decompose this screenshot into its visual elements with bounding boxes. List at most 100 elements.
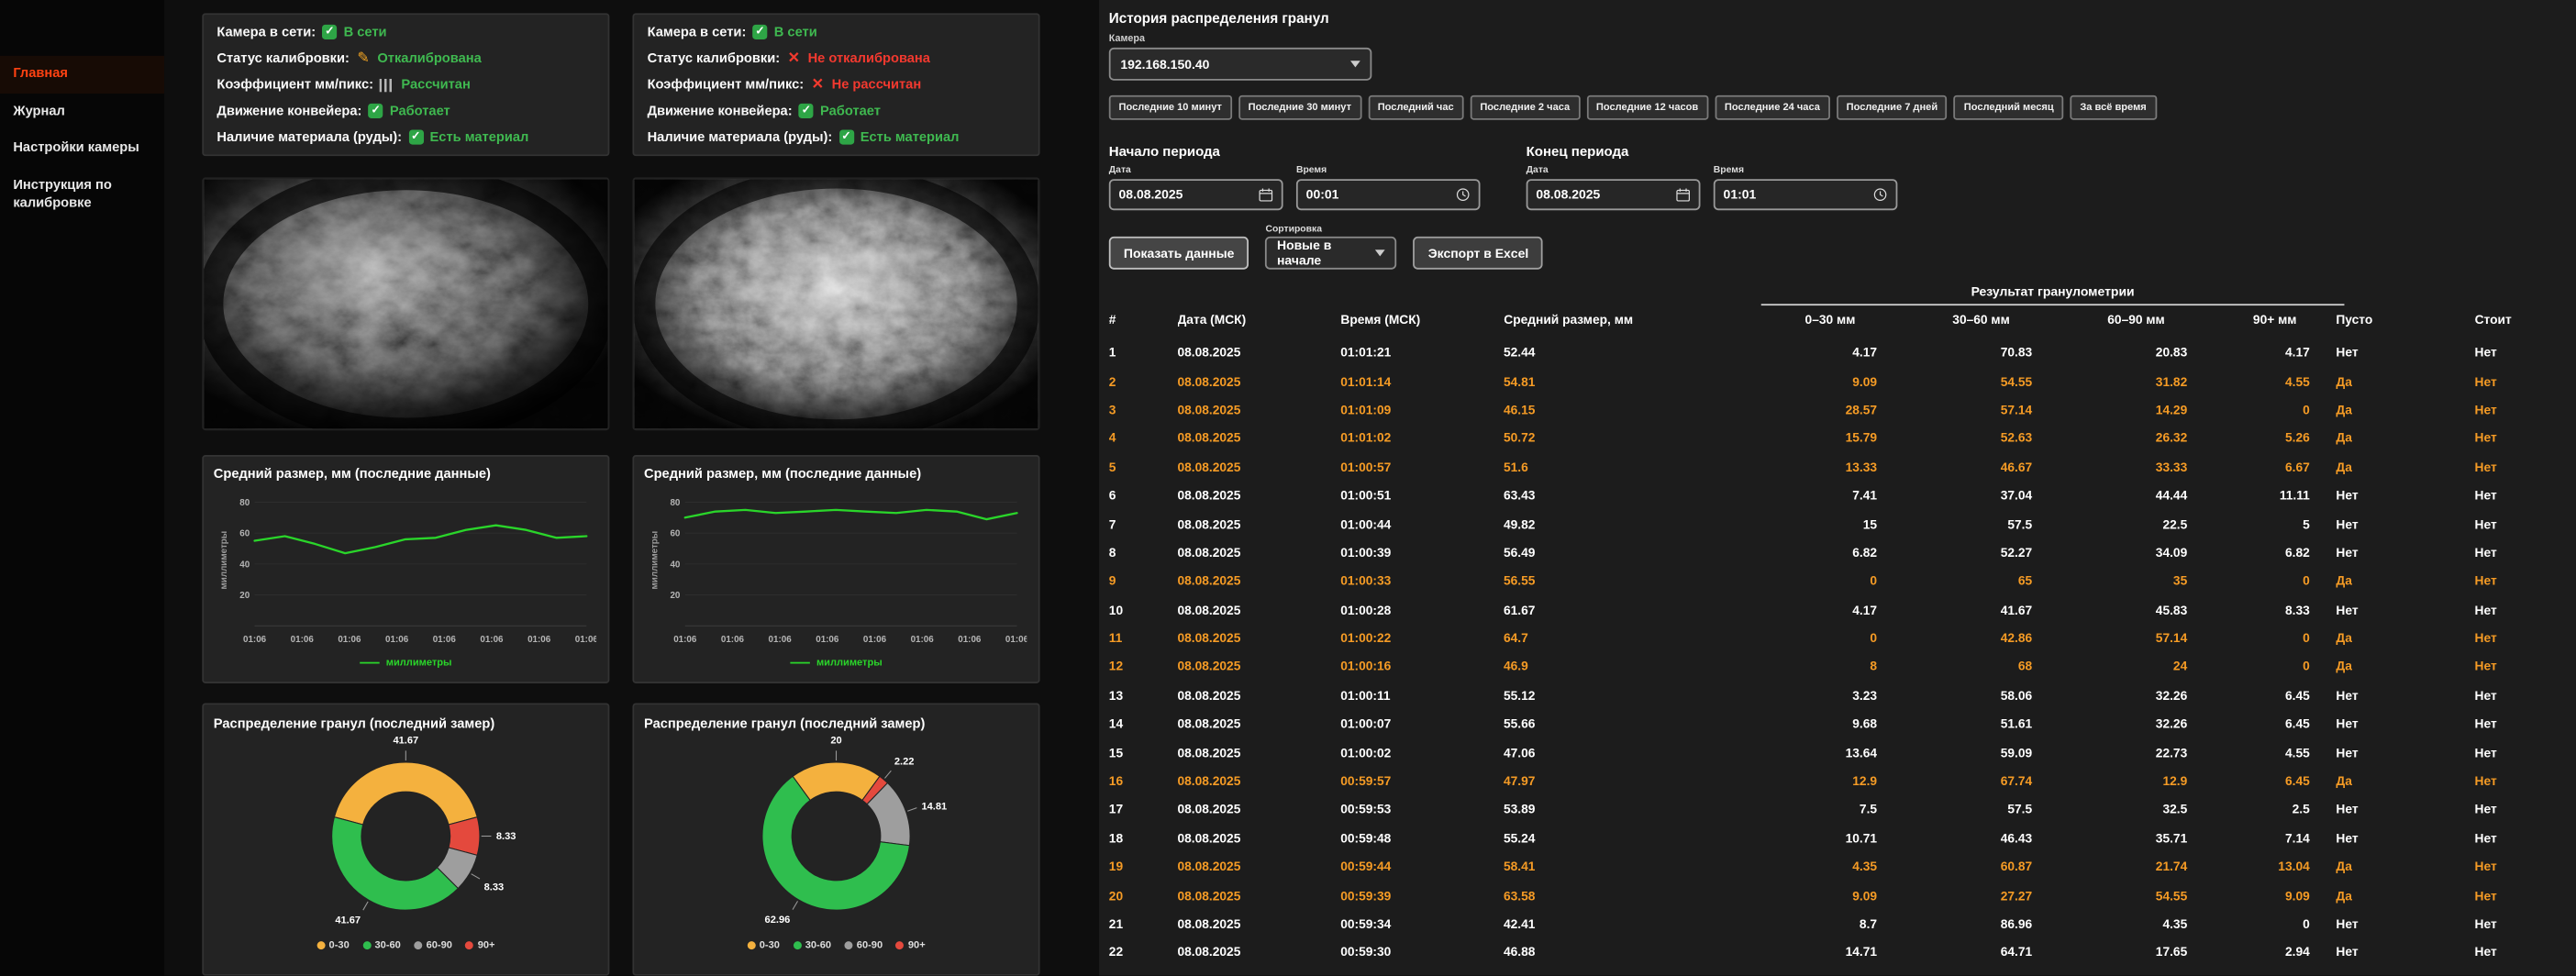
show-data-button[interactable]: Показать данные <box>1109 237 1249 270</box>
svg-text:41.67: 41.67 <box>393 735 418 746</box>
calendar-icon[interactable] <box>1259 186 1273 201</box>
table-cell: 00:59:34 <box>1340 916 1504 931</box>
start-time-input[interactable]: 00:01 <box>1296 178 1481 209</box>
table-cell: 56.55 <box>1504 574 1757 589</box>
donut-legend-item[interactable]: 90+ <box>895 939 925 951</box>
table-cell: 0 <box>2214 660 2337 674</box>
range-button[interactable]: Последние 30 минут <box>1238 95 1361 120</box>
table-cell: 08.08.2025 <box>1177 888 1340 903</box>
donut-legend-item[interactable]: 60-90 <box>414 939 452 951</box>
calendar-icon[interactable] <box>1676 186 1691 201</box>
table-cell: 49.82 <box>1504 516 1757 531</box>
table-cell: Да <box>2336 774 2474 789</box>
legend-label: 60-90 <box>857 939 883 951</box>
table-cell: 32.26 <box>2059 716 2214 731</box>
clock-icon[interactable] <box>1456 186 1471 201</box>
status-value: Не рассчитан <box>832 77 922 92</box>
range-button[interactable]: Последний месяц <box>1954 95 2063 120</box>
start-date-input[interactable]: 08.08.2025 <box>1109 178 1283 209</box>
distribution-donut-chart: 202.2214.8162.96 <box>646 734 1027 934</box>
sort-select-value: Новые в начале <box>1277 238 1375 268</box>
table-cell: Нет <box>2475 631 2557 646</box>
period-row: Начало периода Дата 08.08.2025 <box>1109 143 2557 210</box>
donut-legend: 0-30 30-60 60-90 90+ <box>210 939 601 951</box>
table-cell: 08.08.2025 <box>1177 603 1340 617</box>
table-cell: Да <box>2336 374 2474 389</box>
range-button[interactable]: Последние 2 часа <box>1471 95 1580 120</box>
table-cell: 4.35 <box>2059 916 2214 931</box>
table-cell: 27.27 <box>1904 888 2059 903</box>
table-cell: 7.5 <box>1757 803 1904 817</box>
status-row: Статус калибровки:✎Откалибрована <box>217 51 594 66</box>
table-cell: 08.08.2025 <box>1177 945 1340 959</box>
table-cell: 08.08.2025 <box>1177 545 1340 560</box>
svg-text:миллиметры: миллиметры <box>650 531 660 590</box>
group-spacer <box>1109 284 1761 305</box>
status-row: Статус калибровки:✕Не откалибрована <box>648 51 1026 66</box>
range-button[interactable]: Последние 12 часов <box>1586 95 1708 120</box>
column-header: 60–90 мм <box>2059 312 2214 327</box>
range-button[interactable]: Последние 7 дней <box>1837 95 1948 120</box>
range-button[interactable]: Последние 10 минут <box>1109 95 1232 120</box>
table-cell: 47.97 <box>1504 774 1757 789</box>
table-cell: 11 <box>1109 631 1178 646</box>
table-cell: 00:59:30 <box>1340 945 1504 959</box>
legend-dot-icon <box>465 941 473 949</box>
clock-icon[interactable] <box>1873 186 1888 201</box>
sidebar-item-calibration-guide[interactable]: Инструкция по калибровке <box>0 168 164 223</box>
table-cell: 57.14 <box>1904 403 2059 417</box>
status-label: Коэффициент мм/пикс: <box>648 77 805 92</box>
status-row: Наличие материала (руды):✓Есть материал <box>217 130 594 145</box>
table-cell: 32.5 <box>2059 803 2214 817</box>
sidebar-item-main[interactable]: Главная <box>0 56 164 94</box>
table-row: 208.08.202501:01:1454.819.0954.5531.824.… <box>1109 367 2557 395</box>
donut-legend-item[interactable]: 90+ <box>465 939 494 951</box>
table-cell: 01:00:57 <box>1340 460 1504 474</box>
end-time-input[interactable]: 01:01 <box>1714 178 1898 209</box>
table-row: 2308.08.202500:59:2661.25 <box>1109 967 2557 976</box>
period-end-title: Конец периода <box>1527 143 1898 160</box>
end-time-value: 01:01 <box>1724 186 1757 201</box>
end-date-input[interactable]: 08.08.2025 <box>1527 178 1701 209</box>
legend-dot-icon <box>316 941 325 949</box>
table-cell: 5.26 <box>2214 431 2337 446</box>
donut-legend-item[interactable]: 0-30 <box>316 939 350 951</box>
legend-dot-icon <box>362 941 371 949</box>
line-chart-legend[interactable]: миллиметры <box>210 658 601 670</box>
table-cell: 08.08.2025 <box>1177 831 1340 846</box>
sidebar-item-journal[interactable]: Журнал <box>0 93 164 130</box>
table-cell: 08.08.2025 <box>1177 460 1340 474</box>
table-cell: Нет <box>2336 831 2474 846</box>
table-cell: 01:00:39 <box>1340 545 1504 560</box>
table-cell: Нет <box>2475 516 2557 531</box>
check-icon: ✓ <box>799 104 814 118</box>
avg-size-line-chart: 2040608001:0601:0601:0601:0601:0601:0601… <box>646 485 1027 656</box>
svg-text:01:06: 01:06 <box>863 636 887 646</box>
svg-text:01:06: 01:06 <box>385 636 409 646</box>
table-cell: 10.71 <box>1757 831 1904 846</box>
table-cell: Нет <box>2336 688 2474 703</box>
table-cell: 08.08.2025 <box>1177 974 1340 976</box>
start-date-label: Дата <box>1109 166 1283 176</box>
range-button[interactable]: За всё время <box>2071 95 2157 120</box>
donut-legend-item[interactable]: 0-30 <box>747 939 780 951</box>
chevron-down-icon <box>1350 61 1360 67</box>
donut-legend-item[interactable]: 30-60 <box>793 939 831 951</box>
donut-legend-item[interactable]: 30-60 <box>362 939 401 951</box>
sort-label: Сортировка <box>1265 224 1396 234</box>
history-panel: История распределения гранул Камера 192.… <box>1099 0 2576 976</box>
range-button[interactable]: Последний час <box>1368 95 1463 120</box>
line-chart-legend[interactable]: миллиметры <box>640 658 1031 670</box>
sidebar-item-camera-settings[interactable]: Настройки камеры <box>0 130 164 168</box>
range-button[interactable]: Последние 24 часа <box>1715 95 1830 120</box>
camera-select[interactable]: 192.168.150.40 <box>1109 48 1372 81</box>
table-cell: 08.08.2025 <box>1177 660 1340 674</box>
sort-select[interactable]: Новые в начале <box>1265 237 1396 270</box>
export-excel-button[interactable]: Экспорт в Excel <box>1414 237 1544 270</box>
table-cell: 9 <box>1109 574 1178 589</box>
table-cell: 13 <box>1109 688 1178 703</box>
donut-legend-item[interactable]: 60-90 <box>844 939 883 951</box>
table-cell: 01:00:44 <box>1340 516 1504 531</box>
svg-text:01:06: 01:06 <box>816 636 839 646</box>
table-cell: Нет <box>2336 803 2474 817</box>
